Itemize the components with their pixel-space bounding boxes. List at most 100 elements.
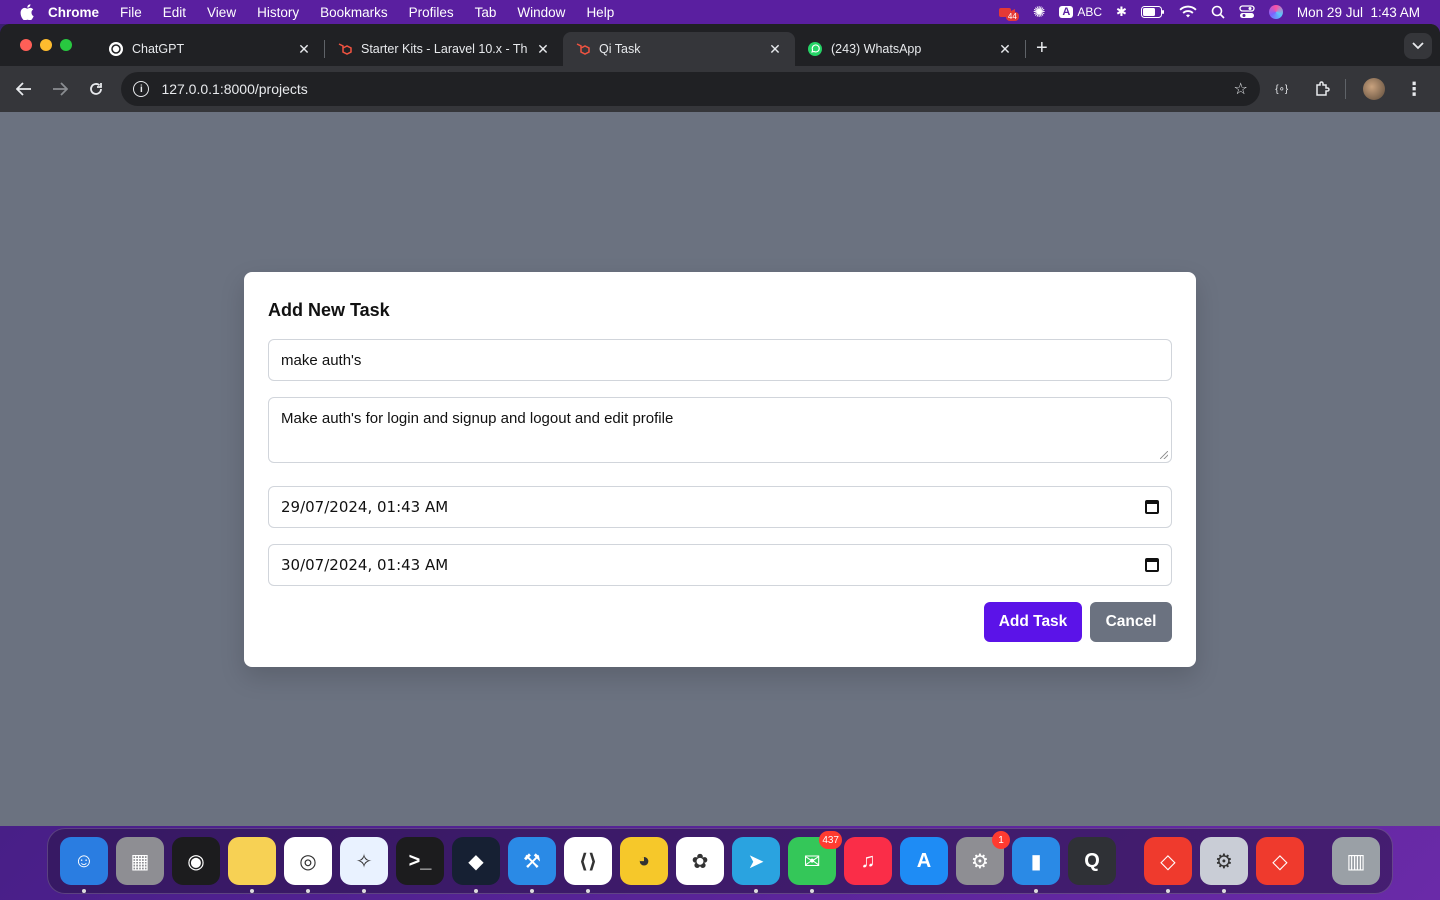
spotlight-search-icon[interactable] bbox=[1211, 5, 1225, 19]
close-tab-icon[interactable]: ✕ bbox=[535, 41, 551, 58]
running-indicator bbox=[474, 889, 478, 893]
chrome-icon[interactable]: ◎ bbox=[284, 837, 332, 893]
finder-icon[interactable]: ☺ bbox=[60, 837, 108, 893]
music-icon[interactable]: ♫ bbox=[844, 837, 892, 885]
wifi-icon[interactable] bbox=[1179, 5, 1197, 19]
tab-qi-task[interactable]: Qi Task ✕ bbox=[563, 32, 795, 66]
menu-app-name[interactable]: Chrome bbox=[48, 5, 99, 20]
anydesk-icon[interactable]: ◇ bbox=[1144, 837, 1192, 893]
tab-chatgpt[interactable]: ChatGPT ✕ bbox=[96, 32, 324, 66]
more-menu-icon[interactable]: ⋮ bbox=[1396, 73, 1432, 105]
settings-gear-icon[interactable]: ⚙ bbox=[1200, 837, 1248, 893]
messages-icon[interactable]: ✉ 437 bbox=[788, 831, 842, 893]
chevron-down-icon bbox=[1412, 42, 1424, 50]
menu-window[interactable]: Window bbox=[517, 5, 565, 20]
telegram-icon[interactable]: ➤ bbox=[732, 837, 780, 893]
url-text[interactable]: 127.0.0.1:8000/projects bbox=[161, 81, 1233, 97]
forward-button[interactable] bbox=[44, 73, 76, 105]
cyberduck-icon[interactable]: ◕ bbox=[620, 837, 668, 885]
dock: ☺ ▦ ◉ ◎ ✧ >_ ◆ ⚒ ⟨⟩ ◕ ✿ ➤ ✉ 437 ♫ A ⚙ 1 ▮ Q ◇ ⚙ ◇ ▥ bbox=[47, 828, 1393, 894]
menu-file[interactable]: File bbox=[120, 5, 142, 20]
close-window-button[interactable] bbox=[20, 39, 32, 51]
laravel-icon bbox=[338, 43, 352, 55]
apple-icon[interactable] bbox=[20, 4, 34, 20]
new-tab-button[interactable]: + bbox=[1036, 37, 1048, 60]
menu-history[interactable]: History bbox=[257, 5, 299, 20]
close-tab-icon[interactable]: ✕ bbox=[296, 41, 312, 58]
input-source-label: ABC bbox=[1077, 5, 1103, 19]
start-date-value: 29/07/2024, 01:43 AM bbox=[281, 498, 449, 516]
address-bar[interactable]: i 127.0.0.1:8000/projects ☆ bbox=[121, 72, 1260, 106]
modal-actions: Add Task Cancel bbox=[268, 602, 1172, 642]
add-task-button[interactable]: Add Task bbox=[984, 602, 1082, 642]
quicktime-icon[interactable]: Q bbox=[1068, 837, 1116, 885]
tab-whatsapp[interactable]: (243) WhatsApp ✕ bbox=[795, 32, 1025, 66]
toolbar-divider bbox=[1345, 79, 1347, 99]
launchpad-icon[interactable]: ▦ bbox=[116, 837, 164, 885]
menu-profiles[interactable]: Profiles bbox=[409, 5, 454, 20]
running-indicator bbox=[250, 889, 254, 893]
simulator-icon[interactable]: ▮ bbox=[1012, 837, 1060, 893]
screen-record-icon[interactable]: 44 bbox=[998, 4, 1019, 21]
minimize-window-button[interactable] bbox=[40, 39, 52, 51]
cursor-icon[interactable]: ◆ bbox=[452, 837, 500, 893]
system-settings-icon[interactable]: ⚙ 1 bbox=[956, 831, 1010, 885]
tab-separator bbox=[1025, 40, 1026, 58]
menubar-clock[interactable]: Mon 29 Jul 1:43 AM bbox=[1297, 5, 1420, 20]
bluetooth-icon[interactable]: ✱ bbox=[1116, 4, 1127, 20]
tab-title: ChatGPT bbox=[132, 42, 185, 56]
resize-handle-icon[interactable] bbox=[1160, 451, 1168, 459]
siri-menubar-icon[interactable] bbox=[1268, 5, 1283, 19]
notes-icon[interactable] bbox=[228, 837, 276, 893]
openai-icon bbox=[109, 42, 123, 56]
reload-button[interactable] bbox=[80, 73, 112, 105]
browser-toolbar: i 127.0.0.1:8000/projects ☆ {∘} ⋮ bbox=[0, 66, 1440, 112]
running-indicator bbox=[1034, 889, 1038, 893]
close-tab-icon[interactable]: ✕ bbox=[767, 41, 783, 58]
safari-icon[interactable]: ✧ bbox=[340, 837, 388, 893]
menu-edit[interactable]: Edit bbox=[163, 5, 186, 20]
anydesk-icon-2[interactable]: ◇ bbox=[1256, 837, 1304, 885]
profile-button[interactable] bbox=[1356, 73, 1392, 105]
calendar-icon[interactable] bbox=[1145, 558, 1159, 572]
calendar-icon[interactable] bbox=[1145, 500, 1159, 514]
siri-icon[interactable]: ◉ bbox=[172, 837, 220, 885]
running-indicator bbox=[754, 889, 758, 893]
menu-view[interactable]: View bbox=[207, 5, 236, 20]
trash-icon[interactable]: ▥ bbox=[1332, 837, 1380, 885]
terminal-icon[interactable]: >_ bbox=[396, 837, 444, 885]
extension-icon[interactable]: {∘} bbox=[1264, 73, 1300, 105]
tab-search-button[interactable] bbox=[1404, 33, 1432, 59]
running-indicator bbox=[82, 889, 86, 893]
start-date-input[interactable]: 29/07/2024, 01:43 AM bbox=[268, 486, 1172, 528]
openai-menubar-icon[interactable]: ✺ bbox=[1033, 3, 1046, 21]
close-tab-icon[interactable]: ✕ bbox=[997, 41, 1013, 58]
tab-starter-kits[interactable]: Starter Kits - Laravel 10.x - Th ✕ bbox=[325, 32, 563, 66]
input-source[interactable]: A ABC bbox=[1059, 5, 1102, 19]
xcode-icon[interactable]: ⚒ bbox=[508, 837, 556, 893]
task-name-input[interactable]: make auth's bbox=[268, 339, 1172, 381]
whatsapp-icon bbox=[808, 42, 822, 56]
menu-bookmarks[interactable]: Bookmarks bbox=[320, 5, 388, 20]
back-button[interactable] bbox=[8, 73, 40, 105]
photos-icon[interactable]: ✿ bbox=[676, 837, 724, 885]
avatar bbox=[1363, 78, 1386, 100]
laravel-icon bbox=[576, 43, 590, 55]
bookmark-star-icon[interactable]: ☆ bbox=[1234, 79, 1248, 99]
task-description-textarea[interactable]: Make auth's for login and signup and log… bbox=[268, 397, 1172, 463]
tab-title: Starter Kits - Laravel 10.x - Th bbox=[361, 42, 528, 56]
cancel-button[interactable]: Cancel bbox=[1090, 602, 1172, 642]
menu-help[interactable]: Help bbox=[586, 5, 614, 20]
control-center-icon[interactable] bbox=[1239, 5, 1255, 19]
extensions-puzzle-icon[interactable] bbox=[1304, 73, 1340, 105]
battery-icon[interactable] bbox=[1140, 6, 1165, 18]
end-date-input[interactable]: 30/07/2024, 01:43 AM bbox=[268, 544, 1172, 586]
app-store-icon[interactable]: A bbox=[900, 837, 948, 885]
zoom-window-button[interactable] bbox=[60, 39, 72, 51]
site-info-icon[interactable]: i bbox=[133, 81, 150, 97]
vscode-icon[interactable]: ⟨⟩ bbox=[564, 837, 612, 893]
menu-tab[interactable]: Tab bbox=[475, 5, 497, 20]
running-indicator bbox=[810, 889, 814, 893]
reload-icon bbox=[89, 83, 102, 95]
add-task-modal: Add New Task make auth's Make auth's for… bbox=[244, 272, 1196, 667]
